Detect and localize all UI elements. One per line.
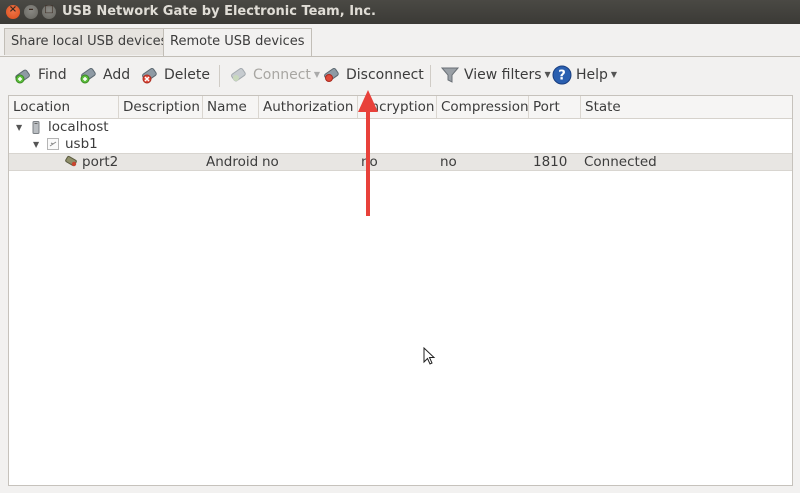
column-header-encryption[interactable]: Encryption — [358, 96, 437, 118]
column-header-authorization[interactable]: Authorization — [259, 96, 358, 118]
add-label: Add — [103, 67, 131, 83]
toolbar-separator — [219, 65, 220, 87]
mouse-cursor-icon — [423, 347, 436, 365]
connect-icon — [231, 67, 246, 82]
connect-dropdown-arrow-icon[interactable]: ▼ — [314, 63, 320, 87]
connect-label: Connect — [253, 67, 311, 83]
maximize-window-button[interactable]: □ — [42, 4, 56, 19]
close-window-button[interactable]: × — [6, 4, 20, 19]
add-icon — [80, 67, 96, 84]
host-label: localhost — [48, 119, 109, 135]
column-header-state[interactable]: State — [581, 96, 792, 118]
connect-button[interactable]: Connect ▼ — [229, 63, 320, 87]
disconnect-button[interactable]: Disconnect — [322, 63, 424, 87]
device-name: Android — [206, 154, 259, 170]
view-filters-dropdown-arrow-icon[interactable]: ▼ — [545, 63, 551, 87]
help-label: Help — [576, 67, 608, 83]
help-icon: ? — [552, 65, 572, 85]
disconnect-icon — [324, 67, 339, 82]
table-header: Location Description Name Authorization … — [9, 96, 792, 119]
tab-bar: Share local USB devices Remote USB devic… — [0, 24, 800, 57]
device-encryption: no — [361, 154, 378, 170]
device-compression: no — [440, 154, 457, 170]
table-row[interactable]: port2 Android no no no 1810 Connected — [9, 153, 792, 171]
column-header-name[interactable]: Name — [203, 96, 259, 118]
disconnect-label: Disconnect — [346, 67, 424, 83]
help-button[interactable]: ? Help ▼ — [552, 63, 617, 87]
device-port: 1810 — [533, 154, 568, 170]
close-glyph: × — [8, 4, 18, 15]
toolbar-separator — [430, 65, 431, 87]
usb-hub-icon — [47, 138, 59, 150]
window-title: USB Network Gate by Electronic Team, Inc… — [62, 4, 376, 19]
minimize-window-button[interactable]: – — [24, 4, 38, 19]
help-dropdown-arrow-icon[interactable]: ▼ — [611, 63, 617, 87]
add-button[interactable]: Add — [79, 63, 130, 87]
column-header-port[interactable]: Port — [529, 96, 581, 118]
column-header-compression[interactable]: Compression — [437, 96, 529, 118]
view-filters-label: View filters — [464, 67, 542, 83]
tree-row-hub[interactable]: ▼ usb1 — [9, 136, 792, 153]
find-icon — [15, 69, 30, 84]
device-state: Connected — [584, 154, 657, 170]
tab-share-local[interactable]: Share local USB devices — [4, 28, 175, 55]
column-header-description[interactable]: Description — [119, 96, 203, 118]
expand-triangle-icon[interactable]: ▼ — [16, 119, 22, 136]
delete-label: Delete — [164, 67, 210, 83]
funnel-icon — [440, 67, 460, 83]
device-location: port2 — [82, 154, 119, 170]
tree-row-host[interactable]: ▼ localhost — [9, 119, 792, 136]
view-filters-button[interactable]: View filters ▼ — [440, 63, 551, 87]
hub-label: usb1 — [65, 136, 98, 152]
computer-icon — [32, 121, 40, 134]
find-label: Find — [38, 67, 67, 83]
title-bar: × – □ USB Network Gate by Electronic Tea… — [0, 0, 800, 24]
maximize-glyph: □ — [44, 4, 54, 15]
devices-table: Location Description Name Authorization … — [8, 95, 793, 486]
find-button[interactable]: Find — [14, 63, 67, 87]
toolbar: Find Add Delete Connect ▼ Disconnect Vie… — [0, 57, 800, 93]
delete-button[interactable]: Delete — [140, 63, 210, 87]
minimize-glyph: – — [28, 4, 34, 15]
device-authorization: no — [262, 154, 279, 170]
usb-device-icon — [65, 155, 77, 167]
tab-remote-usb[interactable]: Remote USB devices — [163, 28, 312, 56]
delete-icon — [142, 67, 157, 84]
expand-triangle-icon[interactable]: ▼ — [33, 136, 39, 153]
svg-text:?: ? — [558, 69, 566, 84]
column-header-location[interactable]: Location — [9, 96, 119, 118]
